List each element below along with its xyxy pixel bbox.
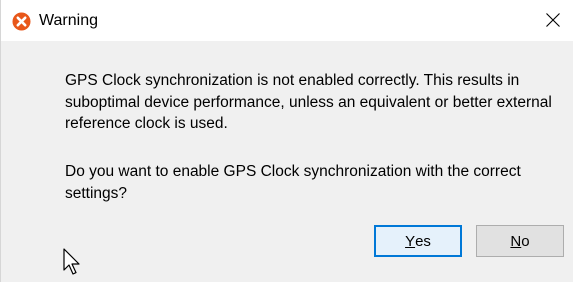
title-bar: Warning <box>1 0 573 41</box>
no-mnemonic: N <box>510 232 522 250</box>
question-message: Do you want to enable GPS Clock synchron… <box>65 163 521 202</box>
dialog-body: GPS Clock synchronization is not enabled… <box>1 41 573 282</box>
no-button[interactable]: No <box>476 225 564 257</box>
yes-button[interactable]: Yes <box>374 225 462 257</box>
mouse-pointer-icon <box>63 248 80 275</box>
warning-message: GPS Clock synchronization is not enabled… <box>65 72 552 132</box>
yes-mnemonic: Y <box>405 232 416 250</box>
yes-label: es <box>415 232 431 250</box>
warning-dialog: Warning GPS Clock synchronization is not… <box>0 0 573 282</box>
close-button[interactable] <box>539 6 567 34</box>
close-icon <box>546 13 560 27</box>
error-icon <box>12 12 31 31</box>
window-title: Warning <box>39 12 98 29</box>
no-label: o <box>521 232 530 250</box>
